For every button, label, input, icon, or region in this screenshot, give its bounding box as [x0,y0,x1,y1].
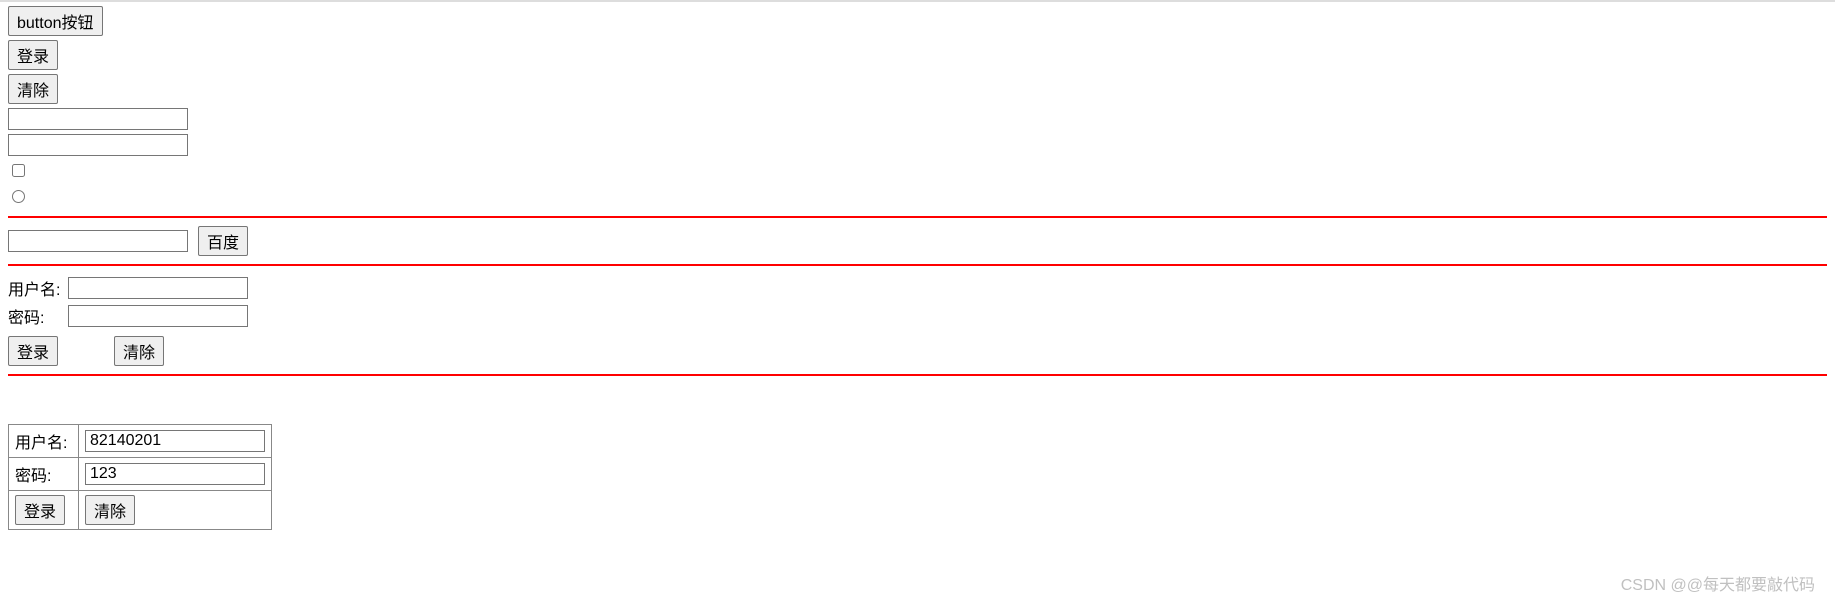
divider-3 [8,374,1827,376]
baidu-button[interactable]: 百度 [198,226,248,256]
text-input-1[interactable] [8,108,188,130]
baidu-search-input[interactable] [8,230,188,252]
username-input-1[interactable] [68,277,248,299]
spacer [8,384,1827,424]
button-element[interactable]: button按钮 [8,6,103,36]
divider-2 [8,264,1827,266]
clear-button-1[interactable]: 清除 [8,74,58,104]
login-button-form1[interactable]: 登录 [8,336,58,366]
checkbox-1[interactable] [12,164,25,177]
clear-button-form2[interactable]: 清除 [85,495,135,525]
clear-button-form1[interactable]: 清除 [114,336,164,366]
login-form-2: 用户名: 密码: 登录 清除 [8,424,272,530]
watermark: CSDN @@每天都要敲代码 [1621,571,1815,595]
password-label-2: 密码: [9,458,79,491]
top-border [0,0,1835,2]
login-form-1: 用户名: 密码: [8,274,252,330]
username-label-2: 用户名: [9,425,79,458]
radio-1[interactable] [12,190,25,203]
password-input-2[interactable] [85,463,265,485]
login-button-1[interactable]: 登录 [8,40,58,70]
password-input-1[interactable] [68,305,248,327]
username-label-1: 用户名: [8,274,68,302]
divider-1 [8,216,1827,218]
password-label-1: 密码: [8,302,68,330]
login-button-form2[interactable]: 登录 [15,495,65,525]
text-input-2[interactable] [8,134,188,156]
username-input-2[interactable] [85,430,265,452]
